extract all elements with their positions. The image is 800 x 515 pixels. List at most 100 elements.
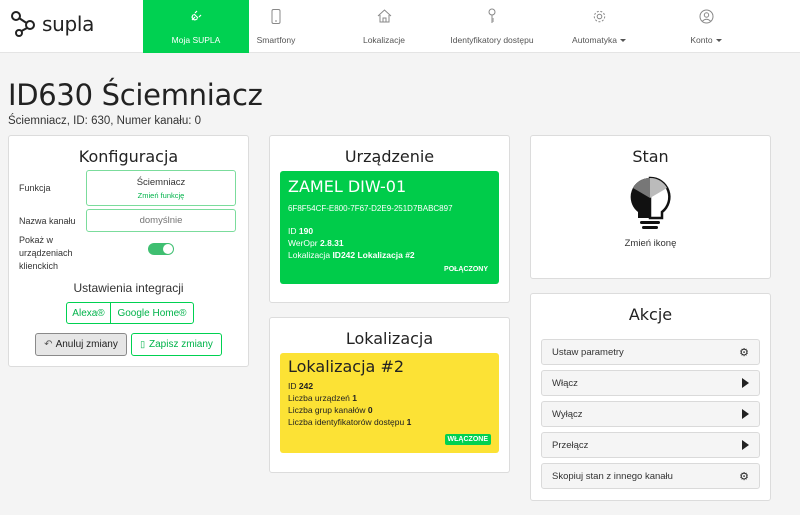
device-panel-title: Urządzenie (344, 147, 435, 166)
location-id-label: ID (288, 381, 297, 391)
location-ids-label: Liczba identyfikatorów dostępu (288, 417, 405, 427)
action-turn-on[interactable]: Włącz (541, 370, 760, 396)
function-field[interactable]: Ściemniacz Zmień funkcję (86, 170, 236, 206)
location-groups-label: Liczba grup kanałów (288, 405, 366, 415)
plug-icon (189, 7, 203, 25)
location-ids-value: 1 (406, 417, 412, 427)
device-id-row: ID 190 (288, 225, 491, 237)
show-label-line: urządzeniach (19, 248, 73, 258)
chevron-down-icon (619, 39, 626, 43)
location-id-value: 242 (298, 381, 314, 391)
nav-label: Konto (690, 35, 713, 45)
action-toggle[interactable]: Przełącz (541, 432, 760, 458)
alexa-button[interactable]: Alexa® (66, 302, 111, 324)
action-label: Włącz (552, 377, 578, 389)
device-id-label: ID (288, 226, 297, 236)
gear-icon: ⚙ (739, 470, 749, 483)
device-location-row: Lokalizacja ID242 Lokalizacja #2 (288, 249, 491, 261)
home-icon (377, 7, 392, 25)
phone-icon (271, 7, 281, 25)
gear-icon: ⚙ (739, 346, 749, 359)
lightbulb-icon[interactable] (628, 176, 672, 237)
show-in-clients-toggle[interactable] (148, 243, 174, 255)
connection-status-badge: POŁĄCZONY (444, 266, 488, 273)
device-location-value: ID242 Lokalizacja #2 (332, 250, 415, 260)
location-status-badge: WŁĄCZONE (444, 434, 491, 445)
supla-logo-icon (11, 11, 35, 37)
user-icon (699, 7, 714, 25)
page-subtitle: Ściemniacz, ID: 630, Numer kanału: 0 (8, 115, 202, 127)
location-devices-label: Liczba urządzeń (288, 393, 350, 403)
configuration-title: Konfiguracja (78, 147, 179, 166)
key-icon (487, 7, 497, 25)
device-firmware-label: WerOpr (288, 238, 318, 248)
gear-icon (592, 7, 607, 25)
play-icon (742, 440, 749, 450)
nav-konto[interactable]: Konto (663, 0, 749, 53)
show-label-line: Pokaż w (19, 235, 54, 245)
integrations-title: Ustawienia integracji (73, 281, 184, 295)
action-label: Ustaw parametry (552, 346, 624, 358)
device-panel: Urządzenie ZAMEL DIW-01 6F8F54CF-E800-7F… (269, 135, 510, 303)
channel-name-label: Nazwa kanału (19, 216, 76, 226)
show-in-clients-label: Pokaż w urządzeniach klienckich (19, 234, 73, 273)
device-card[interactable]: ZAMEL DIW-01 6F8F54CF-E800-7F67-D2E9-251… (280, 171, 499, 284)
toggle-knob (163, 244, 173, 254)
nav-label: Smartfony (256, 35, 296, 45)
nav-identyfikatory[interactable]: Identyfikatory dostępu (440, 0, 544, 53)
device-location-label: Lokalizacja (288, 250, 331, 260)
location-id-row: ID 242 (288, 380, 491, 392)
change-icon-link[interactable]: Zmień ikonę (531, 238, 770, 249)
top-navbar: supla Moja SUPLA Smartfony Lokalizacje I… (0, 0, 800, 53)
chevron-down-icon (715, 39, 722, 43)
nav-lokalizacje[interactable]: Lokalizacje (341, 0, 427, 53)
action-set-parameters[interactable]: Ustaw parametry ⚙ (541, 339, 760, 365)
nav-smartfony[interactable]: Smartfony (233, 0, 319, 53)
configuration-panel: Konfiguracja Funkcja Ściemniacz Zmień fu… (8, 135, 249, 367)
brand-name: supla (42, 12, 95, 36)
action-turn-off[interactable]: Wyłącz (541, 401, 760, 427)
save-label: Zapisz zmiany (149, 339, 213, 350)
change-function-link[interactable]: Zmień funkcję (87, 191, 235, 200)
device-firmware-row: WerOpr 2.8.31 (288, 237, 491, 249)
action-label: Skopiuj stan z innego kanału (552, 470, 673, 482)
nav-label: Lokalizacje (362, 35, 406, 45)
actions-panel: Akcje Ustaw parametry ⚙ Włącz Wyłącz Prz… (530, 293, 771, 501)
play-icon (742, 409, 749, 419)
device-name: ZAMEL DIW-01 (288, 177, 407, 196)
undo-icon: ↶ (44, 339, 53, 350)
show-label-line: klienckich (19, 261, 59, 271)
location-name: Lokalizacja #2 (288, 357, 405, 376)
state-title: Stan (632, 147, 669, 166)
location-ids-row: Liczba identyfikatorów dostępu 1 (288, 416, 491, 428)
function-value: Ściemniacz (136, 177, 186, 188)
nav-label: Automatyka (572, 35, 617, 45)
location-devices-row: Liczba urządzeń 1 (288, 392, 491, 404)
cancel-changes-button[interactable]: ↶ Anuluj zmiany (35, 333, 127, 356)
location-panel-title: Lokalizacja (345, 329, 434, 348)
save-changes-button[interactable]: ▯ Zapisz zmiany (131, 333, 222, 356)
device-firmware-value: 2.8.31 (319, 238, 344, 248)
channel-name-input[interactable] (86, 209, 236, 232)
google-home-button[interactable]: Google Home® (110, 302, 194, 324)
location-groups-value: 0 (367, 405, 373, 415)
location-panel: Lokalizacja Lokalizacja #2 ID 242 Liczba… (269, 317, 510, 473)
nav-automatyka[interactable]: Automatyka (556, 0, 642, 53)
location-devices-value: 1 (352, 393, 358, 403)
supla-logo[interactable]: supla (10, 10, 94, 38)
save-icon: ▯ (140, 339, 146, 349)
nav-label: Identyfikatory dostępu (450, 35, 534, 45)
location-groups-row: Liczba grup kanałów 0 (288, 404, 491, 416)
action-copy-state[interactable]: Skopiuj stan z innego kanału ⚙ (541, 463, 760, 489)
play-icon (742, 378, 749, 388)
action-label: Wyłącz (552, 408, 583, 420)
device-guid: 6F8F54CF-E800-7F67-D2E9-251D7BABC897 (288, 204, 453, 213)
nav-label: Moja SUPLA (171, 35, 221, 45)
state-panel: Stan Zmień ikonę (530, 135, 771, 279)
actions-title: Akcje (628, 305, 673, 324)
device-id-value: 190 (298, 226, 314, 236)
action-label: Przełącz (552, 439, 589, 451)
page-title: ID630 Ściemniacz (8, 78, 263, 112)
location-card[interactable]: Lokalizacja #2 ID 242 Liczba urządzeń 1 … (280, 353, 499, 453)
function-label: Funkcja (19, 183, 51, 193)
